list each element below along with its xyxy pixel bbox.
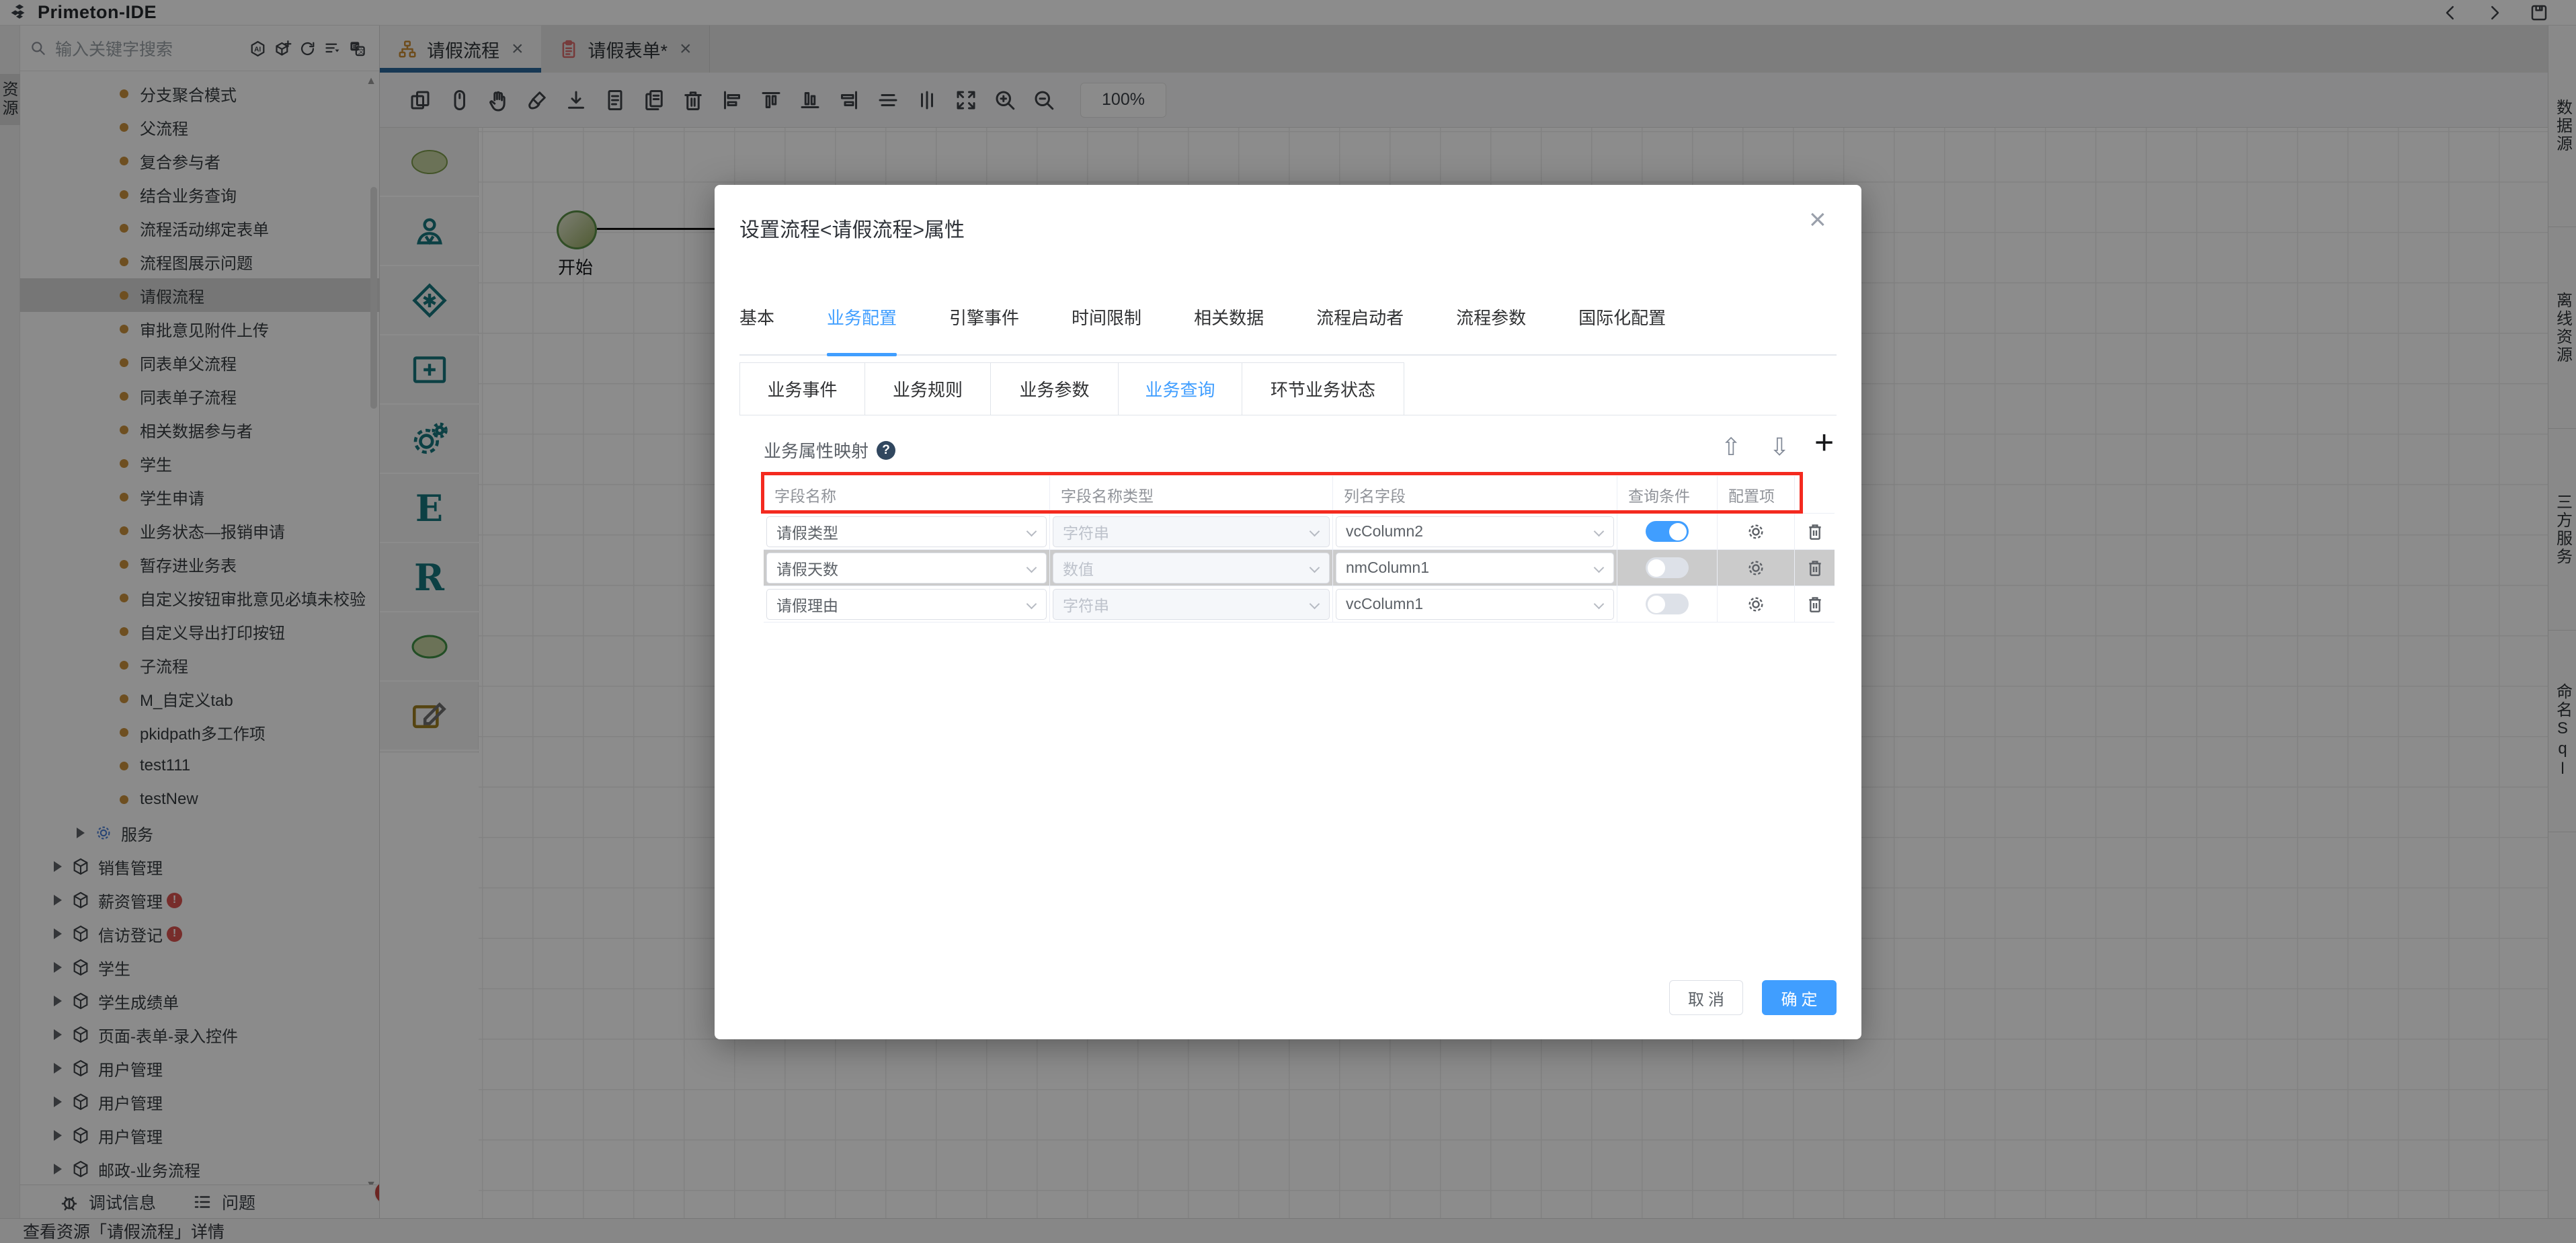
move-up-icon[interactable]: ⇧	[1721, 435, 1741, 459]
tab-engine-events[interactable]: 引擎事件	[949, 305, 1019, 329]
field-type-select: 字符串	[1053, 589, 1330, 620]
dialog-footer: 取消 确定	[715, 975, 1861, 1023]
tab-process-initiator[interactable]: 流程启动者	[1316, 305, 1404, 329]
chevron-down-icon	[1027, 526, 1037, 536]
col-query-condition: 查询条件	[1617, 476, 1718, 513]
field-name-select[interactable]: 请假天数	[766, 553, 1047, 584]
table-row-highlighted: 请假天数 数值 nmColumn1	[764, 550, 1835, 586]
tab-time-limit[interactable]: 时间限制	[1072, 305, 1141, 329]
chevron-down-icon	[1027, 562, 1037, 573]
property-mapping-table: 字段名称 字段名称类型 列名字段 查询条件 配置项 请假类型 字符串 vcCol…	[764, 476, 1835, 623]
field-name-select[interactable]: 请假理由	[766, 589, 1047, 620]
cancel-button[interactable]: 取消	[1669, 980, 1743, 1015]
chevron-down-icon	[1594, 598, 1605, 609]
chevron-down-icon	[1310, 526, 1320, 536]
dialog-title: 设置流程<请假流程>属性	[739, 213, 965, 243]
subtab-step-business-status[interactable]: 环节业务状态	[1242, 362, 1404, 415]
column-field-select[interactable]: vcColumn2	[1336, 516, 1614, 547]
subtab-business-query[interactable]: 业务查询	[1119, 362, 1242, 415]
field-type-select: 字符串	[1053, 516, 1330, 547]
chevron-down-icon	[1310, 598, 1320, 609]
table-header-row: 字段名称 字段名称类型 列名字段 查询条件 配置项	[764, 476, 1835, 514]
table-row: 请假理由 字符串 vcColumn1	[764, 586, 1835, 623]
tab-process-params[interactable]: 流程参数	[1456, 305, 1526, 329]
move-down-icon[interactable]: ⇩	[1769, 435, 1789, 459]
query-condition-toggle[interactable]	[1646, 594, 1689, 614]
table-row: 请假类型 字符串 vcColumn2	[764, 514, 1835, 550]
query-condition-toggle[interactable]	[1646, 557, 1689, 578]
section-label: 业务属性映射 ?	[764, 438, 895, 463]
tab-business-config[interactable]: 业务配置	[827, 305, 897, 329]
column-field-select[interactable]: nmColumn1	[1336, 553, 1614, 584]
tab-i18n-config[interactable]: 国际化配置	[1578, 305, 1666, 329]
subtab-business-rules[interactable]: 业务规则	[865, 362, 991, 415]
dialog-close-icon[interactable]: ×	[1809, 205, 1826, 235]
column-field-select[interactable]: vcColumn1	[1336, 589, 1614, 620]
row-delete-button[interactable]	[1795, 586, 1835, 622]
subtab-business-params[interactable]: 业务参数	[991, 362, 1119, 415]
row-config-button[interactable]	[1718, 514, 1795, 549]
row-config-button[interactable]	[1718, 550, 1795, 586]
query-condition-toggle[interactable]	[1646, 521, 1689, 542]
chevron-down-icon	[1310, 562, 1320, 573]
col-column-field: 列名字段	[1333, 476, 1617, 513]
chevron-down-icon	[1027, 598, 1037, 609]
help-icon[interactable]: ?	[877, 441, 895, 460]
chevron-down-icon	[1594, 562, 1605, 573]
row-delete-button[interactable]	[1795, 550, 1835, 586]
subtab-business-events[interactable]: 业务事件	[739, 362, 865, 415]
business-config-subtabs: 业务事件 业务规则 业务参数 业务查询 环节业务状态	[739, 362, 1404, 415]
col-field-type: 字段名称类型	[1050, 476, 1333, 513]
tab-underline-track	[739, 354, 1837, 356]
field-type-select: 数值	[1053, 553, 1330, 584]
chevron-down-icon	[1594, 526, 1605, 536]
confirm-button[interactable]: 确定	[1762, 980, 1837, 1015]
active-tab-indicator	[827, 353, 897, 356]
col-config-options: 配置项	[1718, 476, 1795, 513]
col-field-name: 字段名称	[764, 476, 1050, 513]
row-config-button[interactable]	[1718, 586, 1795, 622]
field-name-select[interactable]: 请假类型	[766, 516, 1047, 547]
tab-basic[interactable]: 基本	[739, 305, 774, 329]
dialog-tabs: 基本 业务配置 引擎事件 时间限制 相关数据 流程启动者 流程参数 国际化配置	[739, 305, 1666, 329]
tab-related-data[interactable]: 相关数据	[1194, 305, 1264, 329]
col-actions	[1795, 476, 1835, 513]
row-delete-button[interactable]	[1795, 514, 1835, 549]
process-properties-dialog: 设置流程<请假流程>属性 × 基本 业务配置 引擎事件 时间限制 相关数据 流程…	[715, 185, 1861, 1039]
add-row-icon[interactable]: +	[1814, 426, 1834, 459]
